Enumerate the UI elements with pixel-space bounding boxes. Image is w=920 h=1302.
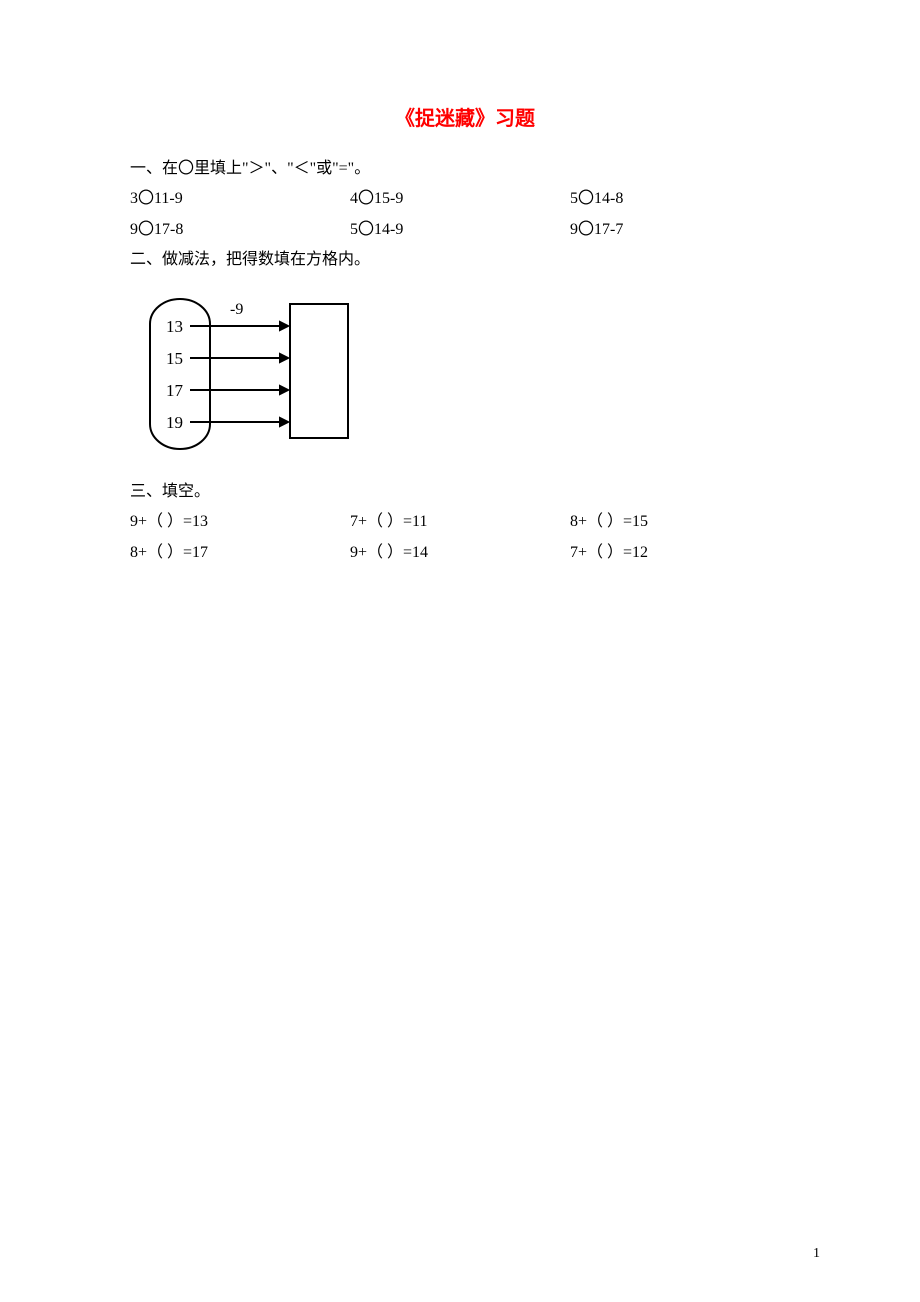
s1-row-1: 3〇11-9 4〇15-9 5〇14-8 — [130, 184, 800, 214]
s3-r2-c3: 7+（ ）=12 — [570, 538, 790, 568]
diagram-svg: 13 15 17 19 -9 — [130, 284, 370, 454]
capsule-num-3: 17 — [166, 381, 184, 400]
page-number: 1 — [813, 1246, 820, 1262]
section-1-heading: 一、在〇里填上"＞"、"＜"或"="。 — [130, 154, 800, 184]
s1-row-2: 9〇17-8 5〇14-9 9〇17-7 — [130, 215, 800, 245]
s3-r2-c2: 9+（ ）=14 — [350, 538, 570, 568]
operation-label: -9 — [230, 301, 243, 318]
s3-row-2: 8+（ ）=17 9+（ ）=14 7+（ ）=12 — [130, 538, 800, 568]
arrows-group — [190, 322, 288, 426]
section-3-heading: 三、填空。 — [130, 477, 800, 507]
s3-r1-c3: 8+（ ）=15 — [570, 507, 790, 537]
s1-r2-c3: 9〇17-7 — [570, 215, 790, 245]
subtraction-diagram: 13 15 17 19 -9 — [130, 284, 800, 465]
worksheet-page: 《捉迷藏》习题 一、在〇里填上"＞"、"＜"或"="。 3〇11-9 4〇15-… — [0, 0, 920, 568]
s1-r1-c2: 4〇15-9 — [350, 184, 570, 214]
s3-r2-c1: 8+（ ）=17 — [130, 538, 350, 568]
capsule-num-4: 19 — [166, 413, 183, 432]
s1-r1-c1: 3〇11-9 — [130, 184, 350, 214]
s3-row-1: 9+（ ）=13 7+（ ）=11 8+（ ）=15 — [130, 507, 800, 537]
answer-box — [290, 304, 348, 438]
s1-r1-c3: 5〇14-8 — [570, 184, 790, 214]
section-2-heading: 二、做减法，把得数填在方格内。 — [130, 245, 800, 275]
capsule-num-2: 15 — [166, 349, 183, 368]
s1-r2-c1: 9〇17-8 — [130, 215, 350, 245]
s1-r2-c2: 5〇14-9 — [350, 215, 570, 245]
s3-r1-c1: 9+（ ）=13 — [130, 507, 350, 537]
s3-r1-c2: 7+（ ）=11 — [350, 507, 570, 537]
capsule-num-1: 13 — [166, 317, 183, 336]
page-title: 《捉迷藏》习题 — [130, 100, 800, 138]
